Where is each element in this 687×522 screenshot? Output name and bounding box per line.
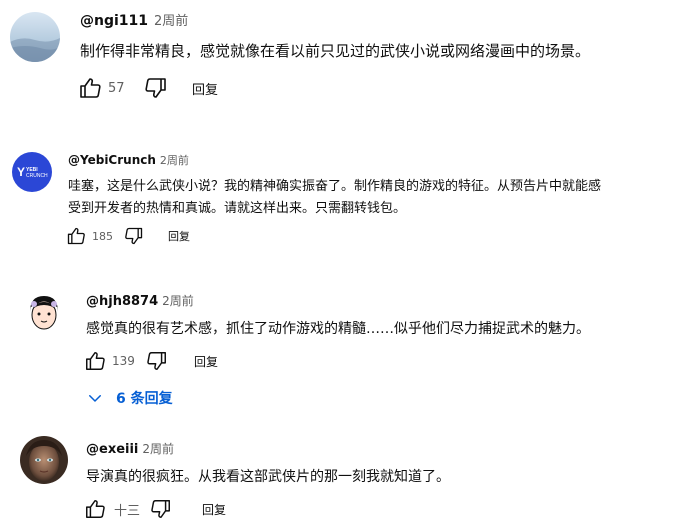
comment: @ngi111 2周前 制作得非常精良，感觉就像在看以前只见过的武侠小说或网络漫…	[0, 0, 687, 120]
reply-button[interactable]: 回复	[192, 79, 218, 98]
avatar[interactable]	[22, 290, 66, 334]
like-button[interactable]	[82, 348, 108, 374]
comment-text: 制作得非常精良，感觉就像在看以前只见过的武侠小说或网络漫画中的场景。	[80, 42, 591, 60]
logo-word-2: CRUNCH	[26, 173, 48, 179]
cartoon-face-avatar-icon	[30, 296, 58, 330]
comment-author[interactable]: @ngi111	[80, 13, 148, 29]
logo-mark: Y	[17, 165, 25, 179]
thumbs-up-icon	[86, 352, 105, 370]
thumbs-up-icon	[80, 78, 101, 98]
comment-text: 导演真的很疯狂。从我看这部武侠片的那一刻我就知道了。	[86, 469, 450, 485]
thumbs-up-icon	[67, 227, 85, 245]
avatar[interactable]	[10, 12, 60, 62]
comment-actions: 139 回复	[82, 348, 218, 374]
avatar[interactable]	[20, 436, 68, 484]
view-replies-button[interactable]: 6 条回复	[86, 388, 173, 408]
comment-header: @YebiCrunch 2周前	[68, 152, 189, 168]
dislike-button[interactable]	[142, 74, 170, 102]
like-count: 十三	[114, 503, 141, 519]
comment: @exeiii 2周前 导演真的很疯狂。从我看这部武侠片的那一刻我就知道了。 十…	[0, 430, 687, 520]
portrait-photo-avatar-icon	[20, 436, 68, 484]
thumbs-down-icon	[125, 227, 143, 245]
comment-author[interactable]: @YebiCrunch	[68, 153, 156, 167]
comment-actions: 185 回复	[64, 224, 190, 248]
comment-header: @exeiii 2周前	[86, 440, 174, 457]
reply-button[interactable]: 回复	[194, 353, 218, 370]
like-button[interactable]	[82, 496, 108, 522]
comment-time[interactable]: 2周前	[142, 440, 174, 457]
dislike-button[interactable]	[148, 496, 174, 522]
comment-time[interactable]: 2周前	[154, 10, 188, 29]
thumbs-down-icon	[151, 500, 170, 518]
comment: Y YEBI CRUNCH @YebiCrunch 2周前 哇塞，这是什么武侠小…	[0, 140, 687, 260]
comment-text: 哇塞，这是什么武侠小说？我的精神确实振奋了。制作精良的游戏的特征。从预告片中就能…	[68, 176, 601, 220]
comment-actions: 57 回复	[76, 74, 218, 102]
comment: @hjh8874 2周前 感觉真的很有艺术感，抓住了动作游戏的精髓……似乎他们尽…	[0, 280, 687, 420]
like-count: 139	[112, 354, 135, 368]
like-button[interactable]	[64, 224, 88, 248]
comment-header: @hjh8874 2周前	[86, 292, 194, 309]
comment-author[interactable]: @exeiii	[86, 442, 138, 457]
reply-button[interactable]: 回复	[168, 228, 190, 244]
like-button[interactable]	[76, 74, 104, 102]
reply-button[interactable]: 回复	[202, 501, 226, 518]
comment-author[interactable]: @hjh8874	[86, 294, 158, 309]
comment-text: 感觉真的很有艺术感，抓住了动作游戏的精髓……似乎他们尽力捕捉武术的魅力。	[86, 321, 590, 337]
view-replies-label: 6 条回复	[116, 391, 173, 407]
comment-text-line: 哇塞，这是什么武侠小说？我的精神确实振奋了。制作精良的游戏的特征。从预告片中就能…	[68, 179, 602, 194]
comment-header: @ngi111 2周前	[80, 10, 188, 29]
comment-text-line: 受到开发者的热情和真诚。请就这样出来。只需翻转钱包。	[68, 201, 407, 216]
dislike-button[interactable]	[144, 348, 170, 374]
yebicrunch-logo-icon: Y YEBI CRUNCH	[17, 165, 48, 179]
avatar[interactable]: Y YEBI CRUNCH	[12, 152, 52, 192]
thumbs-down-icon	[145, 78, 166, 98]
like-count: 57	[108, 80, 125, 96]
like-count: 185	[92, 229, 113, 243]
comment-time[interactable]: 2周前	[160, 152, 189, 168]
thumbs-up-icon	[86, 500, 105, 518]
dislike-button[interactable]	[122, 224, 146, 248]
chevron-down-icon	[89, 395, 101, 402]
sky-photo-avatar-icon	[10, 12, 60, 62]
comment-time[interactable]: 2周前	[162, 292, 194, 309]
thumbs-down-icon	[147, 352, 166, 370]
comment-actions: 十三 回复	[82, 496, 226, 522]
